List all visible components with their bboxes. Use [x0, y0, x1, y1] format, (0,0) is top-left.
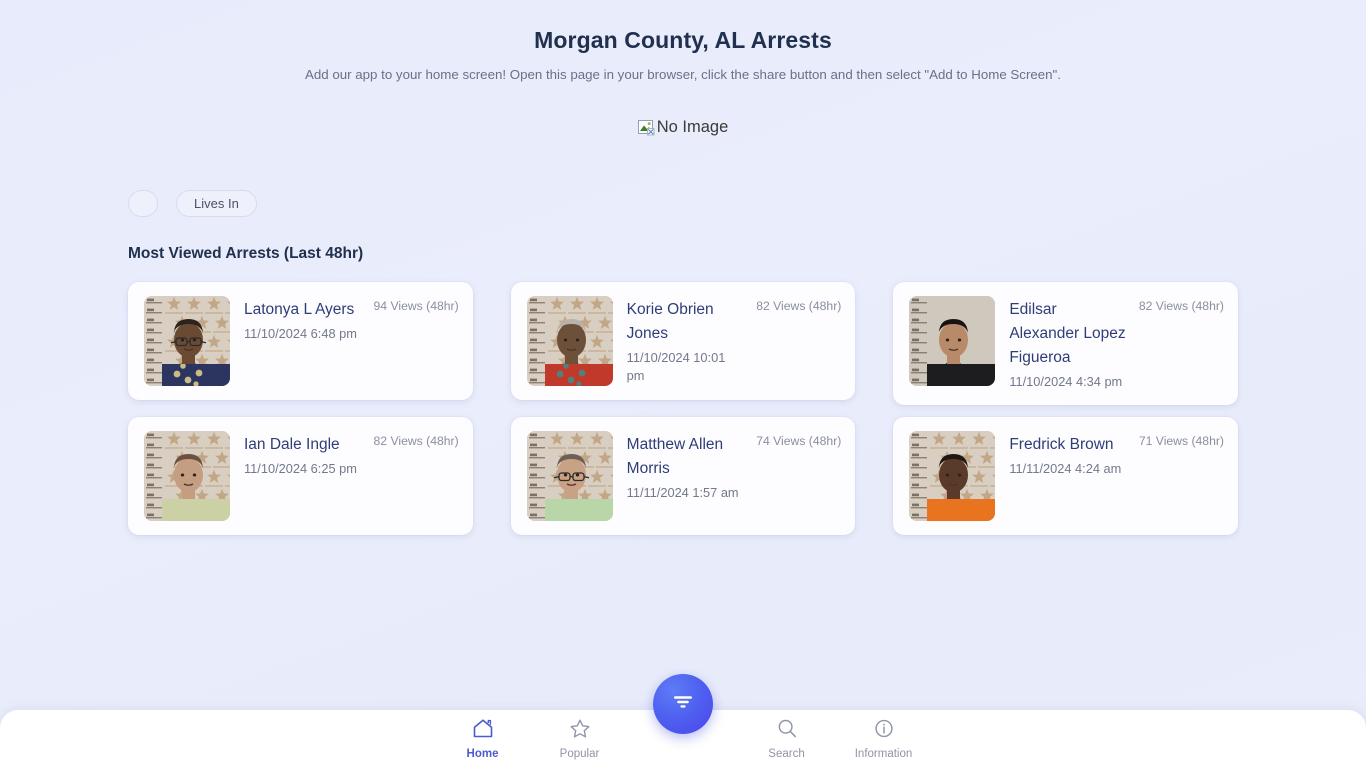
arrest-name-link[interactable]: Matthew Allen Morris	[627, 433, 745, 481]
nav-item-search[interactable]: Search	[738, 710, 835, 761]
arrest-card-cell: Ian Dale Ingle 11/10/2024 6:25 pm 82 Views…	[122, 411, 479, 541]
home-icon	[472, 718, 494, 744]
nav-label-home: Home	[466, 748, 499, 760]
broken-image-icon	[637, 119, 655, 136]
arrest-card[interactable]: Korie Obrien Jones 11/10/2024 10:01 pm 82 …	[510, 282, 856, 400]
nav-item-information[interactable]: Information	[835, 710, 932, 761]
views-count-badge: 82 Views (48hr)	[1138, 299, 1224, 313]
views-count-badge: 74 Views (48hr)	[756, 434, 842, 448]
mugshot-image[interactable]	[909, 431, 996, 521]
arrest-card[interactable]: Ian Dale Ingle 11/10/2024 6:25 pm 82 Views…	[128, 417, 473, 535]
hero-image-slot: No Image	[0, 112, 1366, 142]
filter-pill-lives-in[interactable]: Lives In	[176, 189, 257, 217]
arrest-datetime: 11/11/2024 1:57 am	[626, 485, 739, 500]
filter-pill-row: Lives In	[0, 188, 1366, 218]
page-header: Morgan County, AL Arrests Add our app to…	[0, 0, 1366, 84]
search-icon	[776, 718, 798, 744]
arrest-card[interactable]: Fredrick Brown 11/11/2024 4:24 am 71 Views…	[893, 417, 1238, 535]
nav-label-search: Search	[768, 748, 805, 760]
arrest-card[interactable]: Edilsar Alexander Lopez Figueroa 11/10/20…	[893, 282, 1238, 405]
arrest-card-cell: Edilsar Alexander Lopez Figueroa 11/10/20…	[887, 276, 1244, 411]
nav-label-popular: Popular	[559, 748, 600, 760]
arrest-datetime: 11/10/2024 6:48 pm	[244, 326, 357, 341]
views-count-badge: 71 Views (48hr)	[1138, 434, 1224, 448]
broken-image-placeholder: No Image	[637, 117, 729, 137]
arrest-datetime: 11/10/2024 4:34 pm	[1009, 374, 1123, 389]
arrest-card[interactable]: Latonya L Ayers 11/10/2024 6:48 pm 94 View…	[128, 282, 473, 400]
section-heading-most-viewed: Most Viewed Arrests (Last 48hr)	[128, 245, 364, 262]
mugshot-image[interactable]	[144, 431, 230, 521]
filter-funnel-icon	[672, 694, 694, 715]
arrest-card-cell: Latonya L Ayers 11/10/2024 6:48 pm 94 View…	[122, 276, 479, 406]
arrest-card-grid: Latonya L Ayers 11/10/2024 6:48 pm 94 View…	[0, 276, 1366, 541]
arrest-name-link[interactable]: Latonya L Ayers	[244, 298, 362, 322]
broken-image-alt-text: No Image	[656, 118, 729, 136]
info-icon	[873, 718, 895, 744]
arrest-datetime: 11/10/2024 10:01 pm	[626, 350, 726, 383]
nav-label-information: Information	[854, 748, 913, 760]
views-count-badge: 94 Views (48hr)	[373, 299, 459, 313]
filter-pill-empty[interactable]	[128, 189, 158, 217]
arrest-card-cell: Matthew Allen Morris 11/11/2024 1:57 am 74…	[505, 411, 862, 541]
page-title: Morgan County, AL Arrests	[534, 27, 832, 53]
mugshot-image[interactable]	[144, 296, 230, 386]
views-count-badge: 82 Views (48hr)	[373, 434, 459, 448]
nav-item-popular[interactable]: Popular	[531, 710, 628, 761]
star-icon	[569, 718, 591, 744]
mugshot-image[interactable]	[526, 431, 613, 521]
page-subtitle: Add our app to your home screen! Open th…	[305, 67, 1061, 82]
arrest-name-link[interactable]: Ian Dale Ingle	[244, 433, 362, 457]
views-count-badge: 82 Views (48hr)	[756, 299, 842, 313]
arrest-card-cell: Korie Obrien Jones 11/10/2024 10:01 pm 82 …	[505, 276, 862, 406]
mugshot-image[interactable]	[909, 296, 996, 386]
arrest-name-link[interactable]: Korie Obrien Jones	[627, 298, 745, 346]
arrest-name-link[interactable]: Edilsar Alexander Lopez Figueroa	[1009, 298, 1127, 370]
arrest-card-cell: Fredrick Brown 11/11/2024 4:24 am 71 Views…	[887, 411, 1244, 541]
nav-item-home[interactable]: Home	[434, 710, 531, 761]
filter-fab-button[interactable]	[653, 674, 713, 734]
arrest-card[interactable]: Matthew Allen Morris 11/11/2024 1:57 am 74…	[510, 417, 856, 535]
arrest-datetime: 11/10/2024 6:25 pm	[244, 461, 357, 476]
arrest-datetime: 11/11/2024 4:24 am	[1009, 461, 1122, 476]
mugshot-image[interactable]	[526, 296, 613, 386]
arrest-name-link[interactable]: Fredrick Brown	[1009, 433, 1127, 457]
